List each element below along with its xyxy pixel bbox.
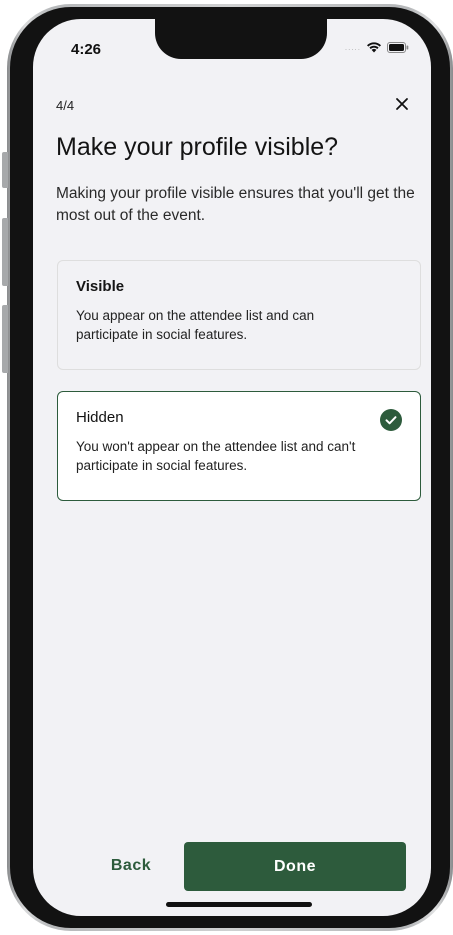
visibility-option-hidden[interactable]: Hidden You won't appear on the attendee … [57,391,421,501]
check-circle-icon [380,409,402,431]
step-indicator: 4/4 [56,98,75,113]
done-button[interactable]: Done [184,842,406,891]
option-description: You appear on the attendee list and can … [76,308,315,342]
signal-dots: ..... [344,42,361,52]
option-title: Hidden [76,409,124,426]
page-title: Make your profile visible? [56,133,339,161]
battery-icon [387,41,409,53]
screen: 4:26 ..... 4/4 Make your profile visible… [33,19,431,916]
page-subtitle: Making your profile visible ensures that… [56,185,415,224]
back-button[interactable]: Back [101,845,161,885]
notch [155,19,327,59]
status-time: 4:26 [71,41,102,58]
visibility-option-visible[interactable]: Visible You appear on the attendee list … [57,260,421,370]
wifi-icon [367,42,381,53]
mute-switch [2,152,8,188]
option-description: You won't appear on the attendee list an… [76,439,356,473]
close-icon[interactable] [393,95,411,113]
option-title: Visible [76,278,125,295]
status-icons: ..... [345,41,409,53]
volume-up-button [2,218,8,286]
home-indicator [166,902,312,907]
volume-down-button [2,305,8,373]
